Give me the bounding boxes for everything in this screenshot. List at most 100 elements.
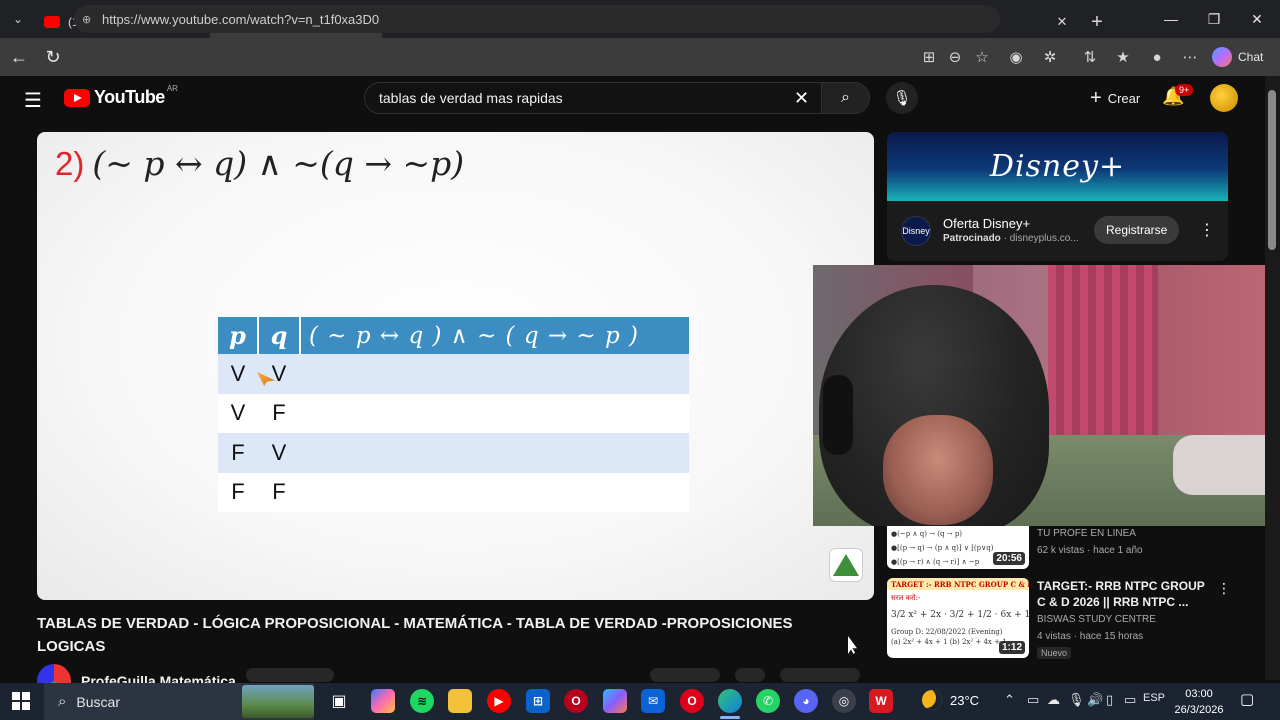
- reload-icon[interactable]: ↻: [36, 40, 70, 74]
- network-icon[interactable]: ▭: [1124, 692, 1136, 708]
- search-input[interactable]: tablas de verdad mas rapidas: [364, 82, 822, 114]
- puzzle-icon[interactable]: ✲: [1037, 44, 1063, 70]
- weather-widget[interactable]: 23°C: [922, 690, 979, 710]
- like-button[interactable]: [650, 668, 720, 682]
- tray-expand-icon[interactable]: ⌃: [1004, 692, 1015, 708]
- maximize-button[interactable]: ❐: [1193, 0, 1235, 38]
- chrome-like-icon[interactable]: ◎: [832, 689, 856, 713]
- notification-center-icon[interactable]: ▢: [1240, 690, 1254, 708]
- cell-q: V: [258, 433, 300, 473]
- account-avatar[interactable]: [1210, 84, 1238, 112]
- suggested-video[interactable]: TARGET :- RRB NTPC GROUP C & D 2026 सरल …: [887, 578, 1231, 659]
- discord-icon[interactable]: ◕: [794, 689, 818, 713]
- copilot-chat-button[interactable]: Chat: [1212, 44, 1263, 70]
- suggestion-more-icon[interactable]: ⋮: [1217, 580, 1231, 597]
- new-tab-button[interactable]: +: [1080, 6, 1114, 38]
- windows-start-icon[interactable]: [12, 692, 30, 710]
- file-explorer-icon[interactable]: [448, 689, 472, 713]
- ad-subtitle: Patrocinado · disneyplus.co...: [943, 233, 1079, 244]
- clear-search-icon[interactable]: ✕: [794, 88, 809, 109]
- opera-gx-icon[interactable]: O: [564, 689, 588, 713]
- more-actions-button[interactable]: [780, 668, 860, 682]
- table-row: V V: [218, 354, 689, 394]
- cloud-icon[interactable]: ☁: [1047, 692, 1060, 708]
- header-q: q: [258, 317, 301, 354]
- exercise-heading: 2) (~ p ↔ q) ∧ ~(q → ~p): [55, 144, 464, 183]
- copilot-icon: [1212, 47, 1232, 67]
- clock-time: 03:00: [1185, 688, 1213, 700]
- microphone-icon[interactable]: 🎙: [1068, 692, 1085, 708]
- cell-p: F: [218, 433, 258, 473]
- microsoft-store-icon[interactable]: ⊞: [526, 689, 550, 713]
- video-thumbnail[interactable]: TARGET :- RRB NTPC GROUP C & D 2026 सरल …: [887, 578, 1029, 658]
- taskbar-search-field[interactable]: ⌕ Buscar: [44, 683, 314, 720]
- menu-icon[interactable]: ☰: [24, 88, 42, 113]
- close-window-button[interactable]: ✕: [1236, 0, 1278, 38]
- minimize-button[interactable]: —: [1150, 0, 1192, 38]
- disney-plus-logo: Disney+: [989, 149, 1126, 184]
- subscribe-button[interactable]: [246, 668, 334, 682]
- create-button[interactable]: + Crear: [1078, 84, 1152, 112]
- advertiser-icon-text: Disney: [902, 226, 930, 236]
- favorites-icon[interactable]: ★: [1110, 44, 1136, 70]
- ad-banner[interactable]: Disney+: [887, 132, 1228, 201]
- outlook-icon[interactable]: ✉: [641, 689, 665, 713]
- site-info-icon[interactable]: ⊕: [82, 13, 102, 26]
- more-menu-icon[interactable]: ⋯: [1177, 44, 1203, 70]
- sponsored-ad-card[interactable]: Disney+ Disney Oferta Disney+ Patrocinad…: [887, 132, 1228, 261]
- wps-office-icon[interactable]: W: [869, 689, 893, 713]
- extension-icon[interactable]: ◉: [1003, 44, 1029, 70]
- share-button[interactable]: [735, 668, 765, 682]
- back-icon[interactable]: ←: [2, 40, 36, 74]
- truth-table-header-row: p q ( ~ p ↔ q ) ∧ ~ ( q → ~ p ): [218, 317, 689, 354]
- suggestion-channel[interactable]: TU PROFE EN LINEA: [1037, 528, 1136, 539]
- search-button[interactable]: ⌕: [822, 82, 870, 114]
- chat-label: Chat: [1238, 50, 1264, 64]
- suggestion-title[interactable]: TARGET:- RRB NTPC GROUP C & D 2026 || RR…: [1037, 578, 1207, 610]
- battery-icon[interactable]: ▯: [1106, 692, 1113, 708]
- tray-app-icon[interactable]: ▭: [1027, 692, 1039, 708]
- close-tab-icon[interactable]: ✕: [1054, 14, 1070, 30]
- webcam-headset: [823, 375, 853, 455]
- url-text: https://www.youtube.com/watch?v=n_t1f0xa…: [102, 11, 380, 27]
- task-view-icon[interactable]: ▣: [327, 689, 351, 713]
- copilot-app-icon[interactable]: [371, 689, 395, 713]
- favorite-star-icon[interactable]: ☆: [969, 44, 995, 70]
- edge-browser-icon[interactable]: [718, 689, 742, 713]
- split-screen-icon[interactable]: ⇅: [1077, 44, 1103, 70]
- youtube-masthead: ☰ YouTube AR tablas de verdad mas rapida…: [0, 76, 1265, 120]
- ad-more-icon[interactable]: ⋮: [1199, 220, 1215, 240]
- suggestion-channel[interactable]: BISWAS STUDY CENTRE: [1037, 614, 1156, 625]
- url-field[interactable]: ⊕ https://www.youtube.com/watch?v=n_t1f0…: [74, 5, 1000, 33]
- spotify-icon[interactable]: ≋: [410, 689, 434, 713]
- tab-favicon-icon: [44, 16, 60, 28]
- voice-search-icon[interactable]: 🎙: [886, 82, 918, 114]
- search-icon: ⌕: [841, 89, 850, 106]
- active-app-indicator: [720, 716, 740, 719]
- whatsapp-icon[interactable]: ✆: [756, 689, 780, 713]
- page-scrollbar-thumb[interactable]: [1268, 90, 1276, 250]
- video-player[interactable]: 2) (~ p ↔ q) ∧ ~(q → ~p) p q ( ~ p ↔ q ) …: [37, 132, 874, 600]
- taskbar-clock[interactable]: 03:00 26/3/2026: [1170, 686, 1228, 718]
- cell-result: [300, 393, 689, 433]
- tab-list-dropdown-icon[interactable]: ⌄: [0, 0, 36, 38]
- channel-watermark-icon[interactable]: [829, 548, 863, 582]
- youtube-play-icon: [64, 88, 90, 107]
- mouse-pointer-icon: [848, 636, 857, 654]
- sponsored-label: Patrocinado: [943, 233, 1001, 244]
- duration-badge: 20:56: [993, 552, 1025, 565]
- youtube-wordmark: YouTube: [94, 87, 165, 107]
- webcam-person-face: [883, 415, 993, 525]
- microsoft-365-icon[interactable]: [603, 689, 627, 713]
- youtube-app-icon[interactable]: ▶: [487, 689, 511, 713]
- volume-icon[interactable]: 🔊: [1087, 692, 1103, 708]
- profile-icon[interactable]: ●: [1144, 44, 1170, 70]
- app-install-icon[interactable]: ⊞: [916, 44, 942, 70]
- youtube-logo[interactable]: YouTube AR: [64, 84, 178, 108]
- opera-icon[interactable]: O: [680, 689, 704, 713]
- ad-register-button[interactable]: Registrarse: [1094, 216, 1180, 244]
- search-icon: ⌕: [58, 693, 67, 710]
- language-indicator[interactable]: ESP: [1143, 692, 1165, 704]
- notification-badge: 9+: [1175, 84, 1194, 96]
- zoom-icon[interactable]: ⊖: [942, 44, 968, 70]
